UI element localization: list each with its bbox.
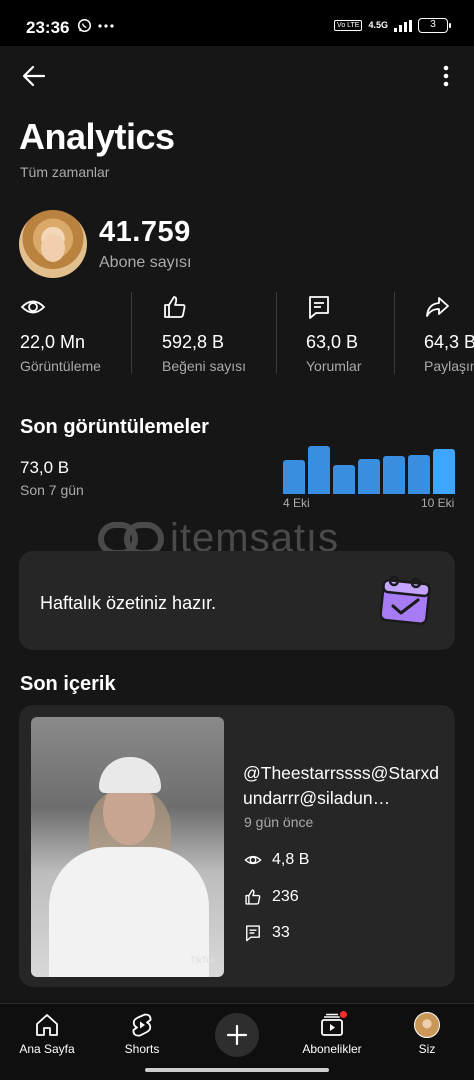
status-time: 23:36 (26, 18, 70, 37)
subscriber-count: 41.759 (99, 216, 191, 248)
chart-bar (283, 459, 305, 494)
chart-tick-start: 4 Eki (283, 496, 310, 510)
chart-bar (333, 464, 355, 494)
more-horizontal-icon (98, 23, 114, 28)
status-notification-icons (77, 18, 114, 33)
recent-views-chart[interactable] (283, 446, 455, 494)
network-type: 4.5G (368, 20, 388, 30)
nav-label: Siz (418, 1042, 436, 1056)
stat-divider (394, 292, 395, 374)
chart-bar (383, 456, 405, 494)
volte-badge: Vo LTE (334, 20, 363, 31)
status-system-icons: Vo LTE 4.5G 3 (334, 18, 451, 33)
latest-content-title: Son içerik (20, 673, 116, 695)
channel-avatar (19, 210, 87, 278)
thumbnail-watermark: TikTok (190, 955, 216, 965)
more-vertical-icon[interactable] (428, 60, 460, 92)
eye-icon (20, 300, 46, 314)
subscriber-label: Abone sayısı (99, 254, 192, 271)
video-likes-value: 236 (272, 888, 299, 905)
share-icon (426, 297, 449, 317)
status-bar: 23:36 Vo LTE 4.5G 3 (0, 0, 474, 46)
video-likes: 236 (244, 888, 299, 906)
stat-value: 63,0 B (306, 332, 359, 352)
date-range-label: Tüm zamanlar (20, 164, 110, 180)
stat-divider (131, 292, 132, 374)
home-icon (36, 1014, 58, 1036)
recent-views-period: Son 7 gün (20, 482, 84, 498)
avatar-icon (414, 1012, 440, 1038)
nav-label: Ana Sayfa (19, 1042, 75, 1056)
nav-home[interactable]: Ana Sayfa (7, 1012, 87, 1056)
battery-level: 3 (430, 19, 436, 30)
back-arrow-icon[interactable] (18, 60, 50, 92)
video-views-value: 4,8 B (272, 851, 310, 868)
stat-value: 592,8 B (162, 332, 225, 352)
comment-icon (309, 296, 329, 319)
stat-label: Beğeni sayısı (162, 358, 247, 374)
thumbnail-figure (99, 757, 161, 793)
thumbnail-figure (49, 847, 209, 977)
video-title[interactable]: @Theestarrssss@Starxdundarrr@siladun… (243, 761, 439, 811)
nav-shorts[interactable]: Shorts (102, 1012, 182, 1056)
weekly-summary-text: Haftalık özetiniz hazır. (40, 593, 217, 613)
chart-tick-end: 10 Eki (421, 496, 455, 510)
video-thumbnail[interactable]: TikTok (31, 717, 224, 977)
comment-icon (246, 925, 260, 942)
recent-views-value: 73,0 B (20, 458, 70, 477)
latest-content-card[interactable]: TikTok @Theestarrssss@Starxdundarrr@sila… (19, 705, 455, 987)
thumbs-up-icon (245, 889, 261, 905)
whatsapp-icon (77, 18, 92, 33)
stat-divider (276, 292, 277, 374)
video-views: 4,8 B (244, 851, 309, 869)
nav-label: Shorts (124, 1042, 160, 1056)
stat-shares[interactable]: 64,3 B Paylaşım (424, 292, 474, 376)
battery-icon: 3 (418, 18, 451, 33)
plus-icon (226, 1024, 248, 1046)
nav-you[interactable]: Siz (387, 1012, 467, 1056)
video-comments-value: 33 (272, 924, 290, 941)
home-indicator[interactable] (145, 1068, 329, 1072)
chart-bar (408, 454, 430, 494)
video-date: 9 gün önce (244, 814, 314, 830)
stat-value: 22,0 Mn (20, 332, 86, 352)
video-comments: 33 (244, 924, 290, 942)
shorts-icon (132, 1013, 152, 1037)
nav-subscriptions[interactable]: Abonelikler (292, 1010, 372, 1056)
thumbs-up-icon (164, 296, 186, 318)
stat-label: Paylaşım (424, 358, 474, 374)
stat-label: Yorumlar (306, 358, 362, 374)
chart-bar (308, 446, 330, 494)
recent-views-title: Son görüntülemeler (20, 416, 209, 438)
eye-icon (244, 855, 262, 865)
page-title: Analytics (19, 116, 175, 157)
signal-icon (394, 19, 412, 32)
chart-bar (433, 448, 455, 494)
calendar-check-icon (379, 575, 431, 625)
create-button[interactable] (215, 1013, 259, 1057)
stat-value: 64,3 B (424, 332, 474, 352)
notification-dot (339, 1010, 348, 1019)
nav-label: Abonelikler (302, 1042, 362, 1056)
stat-label: Görüntüleme (20, 358, 101, 374)
chart-bar (358, 458, 380, 494)
weekly-summary-card[interactable]: Haftalık özetiniz hazır. (19, 551, 455, 650)
